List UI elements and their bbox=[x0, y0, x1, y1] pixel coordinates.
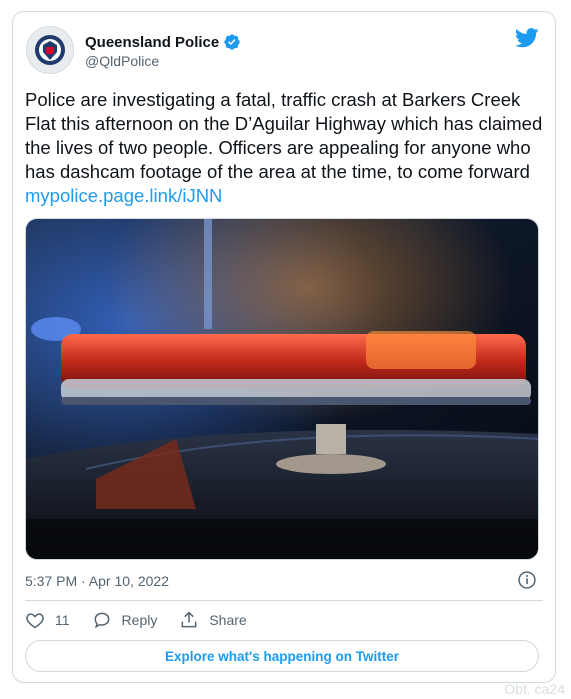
police-badge-icon bbox=[35, 35, 65, 65]
reply-button[interactable]: Reply bbox=[92, 610, 158, 630]
account-handle[interactable]: @QldPolice bbox=[85, 53, 159, 69]
reply-icon bbox=[94, 612, 109, 629]
like-button[interactable]: 11 bbox=[25, 610, 70, 630]
tweet-card: Queensland Police @QldPolice Police are … bbox=[12, 11, 556, 683]
share-label: Share bbox=[209, 612, 247, 628]
info-icon[interactable] bbox=[517, 570, 537, 590]
share-button[interactable]: Share bbox=[179, 610, 247, 630]
tweet-text: Police are investigating a fatal, traffi… bbox=[25, 88, 545, 208]
twitter-bird-icon[interactable] bbox=[515, 28, 539, 48]
divider bbox=[25, 600, 543, 601]
explore-twitter-button[interactable]: Explore what's happening on Twitter bbox=[25, 640, 539, 672]
tweet-timestamp[interactable]: 5:37 PM · Apr 10, 2022 bbox=[25, 573, 169, 589]
verified-icon bbox=[224, 34, 240, 50]
watermark: Obt. ca24 bbox=[504, 681, 565, 697]
reply-label: Reply bbox=[121, 612, 158, 628]
tweet-photo[interactable] bbox=[25, 218, 539, 560]
account-name[interactable]: Queensland Police bbox=[85, 34, 219, 51]
account-name-row: Queensland Police bbox=[85, 33, 241, 51]
share-icon bbox=[181, 611, 197, 628]
avatar[interactable] bbox=[26, 26, 74, 74]
tweet-link[interactable]: mypolice.page.link/iJNN bbox=[25, 185, 222, 206]
police-lightbar-photo bbox=[26, 219, 538, 559]
tweet-actions: 11 Reply Share bbox=[25, 610, 247, 630]
like-count: 11 bbox=[55, 612, 70, 628]
tweet-body: Police are investigating a fatal, traffi… bbox=[25, 89, 543, 182]
heart-icon bbox=[26, 613, 44, 629]
